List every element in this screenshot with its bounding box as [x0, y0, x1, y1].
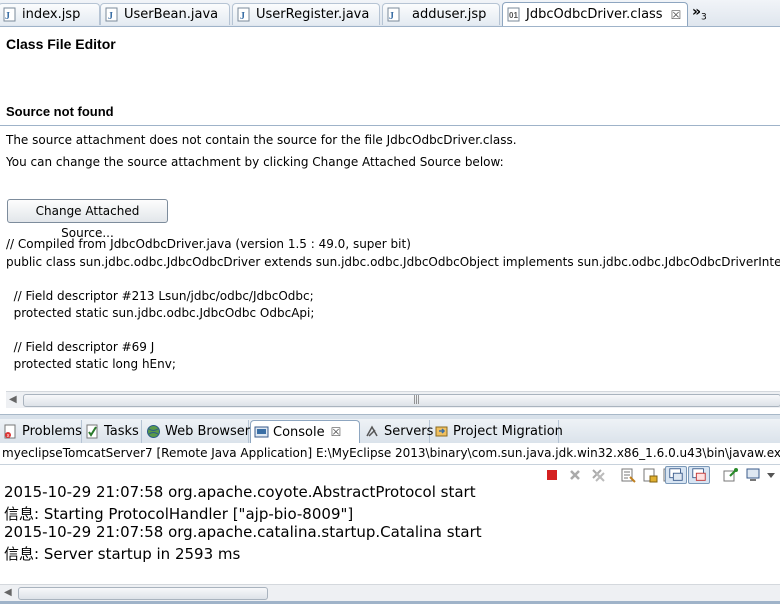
console-icon: [254, 426, 269, 437]
console-toolbar: [540, 465, 780, 485]
problems-icon: x: [4, 424, 16, 439]
svg-text:J: J: [5, 11, 10, 22]
scroll-left-arrow-icon[interactable]: ◀: [9, 394, 17, 405]
tab-overflow-chevron[interactable]: »3: [692, 4, 707, 22]
scrollbar-thumb[interactable]: [18, 587, 268, 600]
globe-icon: [147, 425, 160, 438]
svg-text:J: J: [108, 11, 113, 22]
migration-icon: [435, 426, 448, 437]
class-file-icon: 01: [507, 7, 520, 22]
jsp-file-icon: J: [3, 7, 16, 22]
editor-tab-label: index.jsp: [22, 7, 81, 22]
close-tab-icon[interactable]: ☒: [671, 8, 682, 22]
editor-tab-userbean-java[interactable]: J UserBean.java: [100, 3, 230, 25]
clear-console-icon[interactable]: [620, 467, 636, 483]
grip-icon: |||: [413, 395, 420, 405]
editor-title: Class File Editor: [6, 36, 116, 52]
tab-label: Console: [273, 424, 325, 440]
tab-label: Web Browser: [165, 424, 251, 439]
tasks-icon: [86, 424, 98, 439]
close-tab-icon[interactable]: ☒: [331, 425, 342, 439]
section-heading: Source not found: [6, 104, 114, 119]
console-line: 信息: Server startup in 2593 ms: [4, 545, 241, 563]
svg-text:J: J: [389, 11, 394, 22]
terminate-icon[interactable]: [544, 467, 560, 483]
svg-text:J: J: [240, 11, 245, 22]
source-line: // Compiled from JdbcOdbcDriver.java (ve…: [6, 237, 411, 251]
editor-tab-adduser-jsp[interactable]: J adduser.jsp: [382, 3, 500, 25]
console-launch-info: myeclipseTomcatServer7 [Remote Java Appl…: [0, 443, 780, 465]
editor-tab-label: UserRegister.java: [256, 7, 370, 22]
source-line: public class sun.jdbc.odbc.JdbcOdbcDrive…: [6, 255, 780, 269]
source-not-found-message: The source attachment does not contain t…: [6, 133, 517, 147]
editor-tab-bar: J index.jsp J UserBean.java J UserRegist…: [0, 0, 780, 27]
tab-project-migration[interactable]: Project Migration: [431, 420, 563, 443]
java-file-icon: J: [105, 7, 118, 22]
console-line: 信息: Starting ProtocolHandler ["ajp-bio-8…: [4, 505, 354, 523]
chevron-double-right-icon: »: [692, 4, 702, 20]
scroll-left-arrow-icon[interactable]: ◀: [4, 587, 12, 598]
tab-web-browser[interactable]: Web Browser: [143, 420, 251, 443]
editor-tab-userregister-java[interactable]: J UserRegister.java: [232, 3, 380, 25]
tab-label: Servers: [384, 424, 434, 439]
editor-tab-index-jsp[interactable]: J index.jsp: [0, 3, 100, 25]
remove-launch-icon[interactable]: [567, 467, 583, 483]
java-file-icon: J: [237, 7, 250, 22]
console-line: 2015-10-29 21:07:58 org.apache.coyote.Ab…: [4, 483, 476, 501]
scroll-lock-icon[interactable]: [642, 467, 658, 483]
svg-text:x: x: [7, 433, 10, 439]
servers-icon: [366, 425, 378, 437]
svg-text:01: 01: [509, 11, 518, 20]
source-line: // Field descriptor #213 Lsun/jdbc/odbc/…: [6, 289, 314, 303]
editor-tab-jdbcodbcdriver-class[interactable]: 01 JdbcOdbcDriver.class ☒: [502, 2, 688, 26]
source-line: protected static long hEnv;: [6, 357, 176, 371]
change-attached-source-button[interactable]: Change Attached Source...: [7, 199, 168, 240]
console-line: 2015-10-29 21:07:58 org.apache.catalina.…: [4, 523, 482, 541]
tab-label: Problems: [22, 424, 82, 439]
overflow-count: 3: [701, 12, 707, 23]
view-tab-bar: x Problems Tasks Web Browser Console ☒ S…: [0, 419, 780, 444]
show-on-stdout-icon[interactable]: [665, 466, 687, 484]
display-console-icon[interactable]: [746, 467, 762, 483]
editor-tab-label: UserBean.java: [124, 7, 219, 22]
remove-all-icon[interactable]: [590, 467, 606, 483]
source-line: // Field descriptor #69 J: [6, 340, 155, 354]
editor-tab-label: adduser.jsp: [412, 7, 487, 22]
tab-servers[interactable]: Servers: [362, 420, 434, 443]
section-divider: [0, 125, 780, 126]
editor-horizontal-scrollbar[interactable]: ◀ |||: [6, 391, 780, 408]
source-line: protected static sun.jdbc.odbc.JdbcOdbc …: [6, 306, 315, 320]
change-source-hint: You can change the source attachment by …: [6, 155, 504, 169]
view-menu-icon[interactable]: [766, 467, 776, 483]
pin-console-icon[interactable]: [722, 467, 738, 483]
scrollbar-thumb[interactable]: |||: [23, 394, 780, 407]
show-on-stderr-icon[interactable]: [688, 466, 710, 484]
editor-tab-label: JdbcOdbcDriver.class: [526, 7, 663, 22]
tab-label: Project Migration: [453, 424, 563, 439]
jsp-file-icon: J: [387, 7, 400, 22]
tab-console[interactable]: Console ☒: [250, 420, 360, 443]
console-horizontal-scrollbar[interactable]: ◀: [0, 584, 780, 601]
tab-problems[interactable]: x Problems: [0, 420, 82, 443]
tab-tasks[interactable]: Tasks: [82, 420, 142, 443]
tab-label: Tasks: [104, 424, 139, 439]
